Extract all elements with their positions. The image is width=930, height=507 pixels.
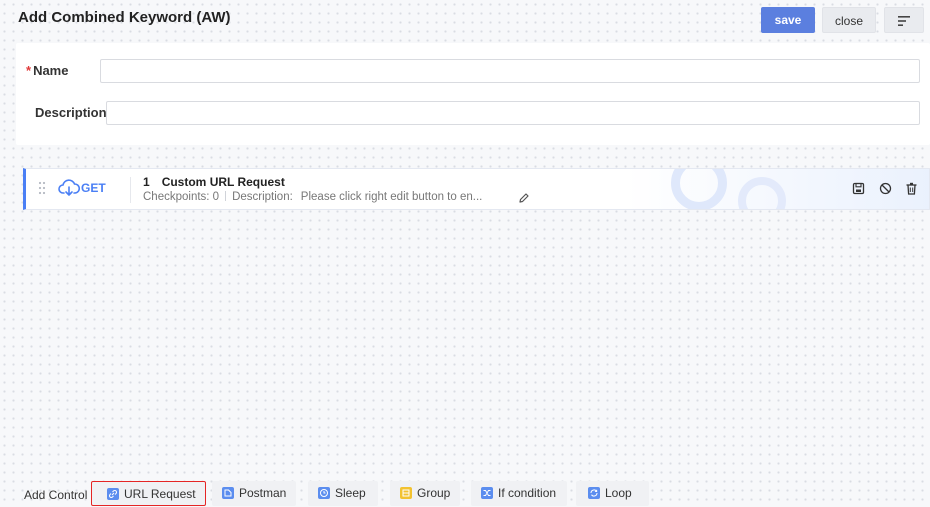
- loop-icon: [588, 487, 600, 499]
- meta-divider: [225, 191, 227, 201]
- description-input[interactable]: [106, 101, 920, 125]
- step-number: 1: [143, 175, 150, 189]
- sleep-label: Sleep: [335, 486, 366, 500]
- add-control-bar: Add Control URL Request Postman Sleep Gr…: [0, 481, 930, 506]
- group-icon: [400, 487, 412, 499]
- branch-icon: [481, 487, 493, 499]
- page-header: Add Combined Keyword (AW) save close: [0, 0, 930, 40]
- edit-pencil-icon[interactable]: [518, 192, 530, 204]
- menu-button[interactable]: [884, 7, 924, 33]
- add-loop-button[interactable]: Loop: [576, 481, 649, 506]
- link-icon: [107, 488, 119, 500]
- delete-icon[interactable]: [905, 182, 918, 195]
- step-meta: Checkpoints: 0 Description: Please click r…: [143, 191, 482, 203]
- keyword-form: * Name Description: [16, 43, 930, 145]
- description-label: Description: [35, 105, 107, 120]
- add-sleep-button[interactable]: Sleep: [308, 481, 378, 506]
- divider: [130, 177, 131, 203]
- add-control-label: Add Control: [24, 488, 88, 502]
- menu-icon: [898, 16, 910, 26]
- save-step-icon[interactable]: [852, 182, 865, 195]
- description-meta-label: Description:: [232, 191, 293, 203]
- postman-icon: [222, 487, 234, 499]
- disable-icon[interactable]: [879, 182, 892, 195]
- step-name: Custom URL Request: [161, 175, 285, 189]
- drag-handle-icon[interactable]: [38, 181, 46, 195]
- add-group-button[interactable]: Group: [390, 481, 460, 506]
- group-label: Group: [417, 486, 451, 500]
- add-if-condition-button[interactable]: If condition: [471, 481, 567, 506]
- close-button[interactable]: close: [822, 7, 876, 33]
- postman-label: Postman: [239, 486, 287, 500]
- step-title: 1 Custom URL Request: [143, 175, 285, 189]
- add-postman-button[interactable]: Postman: [212, 481, 296, 506]
- http-method-label: GET: [81, 181, 106, 195]
- description-meta-text: Please click right edit button to en...: [300, 191, 483, 203]
- save-button[interactable]: save: [761, 7, 815, 33]
- url-request-label: URL Request: [124, 487, 196, 501]
- name-label: * Name: [26, 63, 69, 78]
- checkpoints-count: Checkpoints: 0: [143, 191, 220, 203]
- required-mark: *: [26, 63, 32, 78]
- loop-label: Loop: [605, 486, 632, 500]
- name-input[interactable]: [100, 59, 920, 83]
- if-condition-label: If condition: [498, 486, 557, 500]
- clock-icon: [318, 487, 330, 499]
- step-row[interactable]: GET 1 Custom URL Request Checkpoints: 0 De…: [23, 168, 930, 210]
- page-title: Add Combined Keyword (AW): [18, 9, 231, 26]
- cloud-download-icon: [58, 179, 80, 196]
- add-url-request-button[interactable]: URL Request: [91, 481, 206, 506]
